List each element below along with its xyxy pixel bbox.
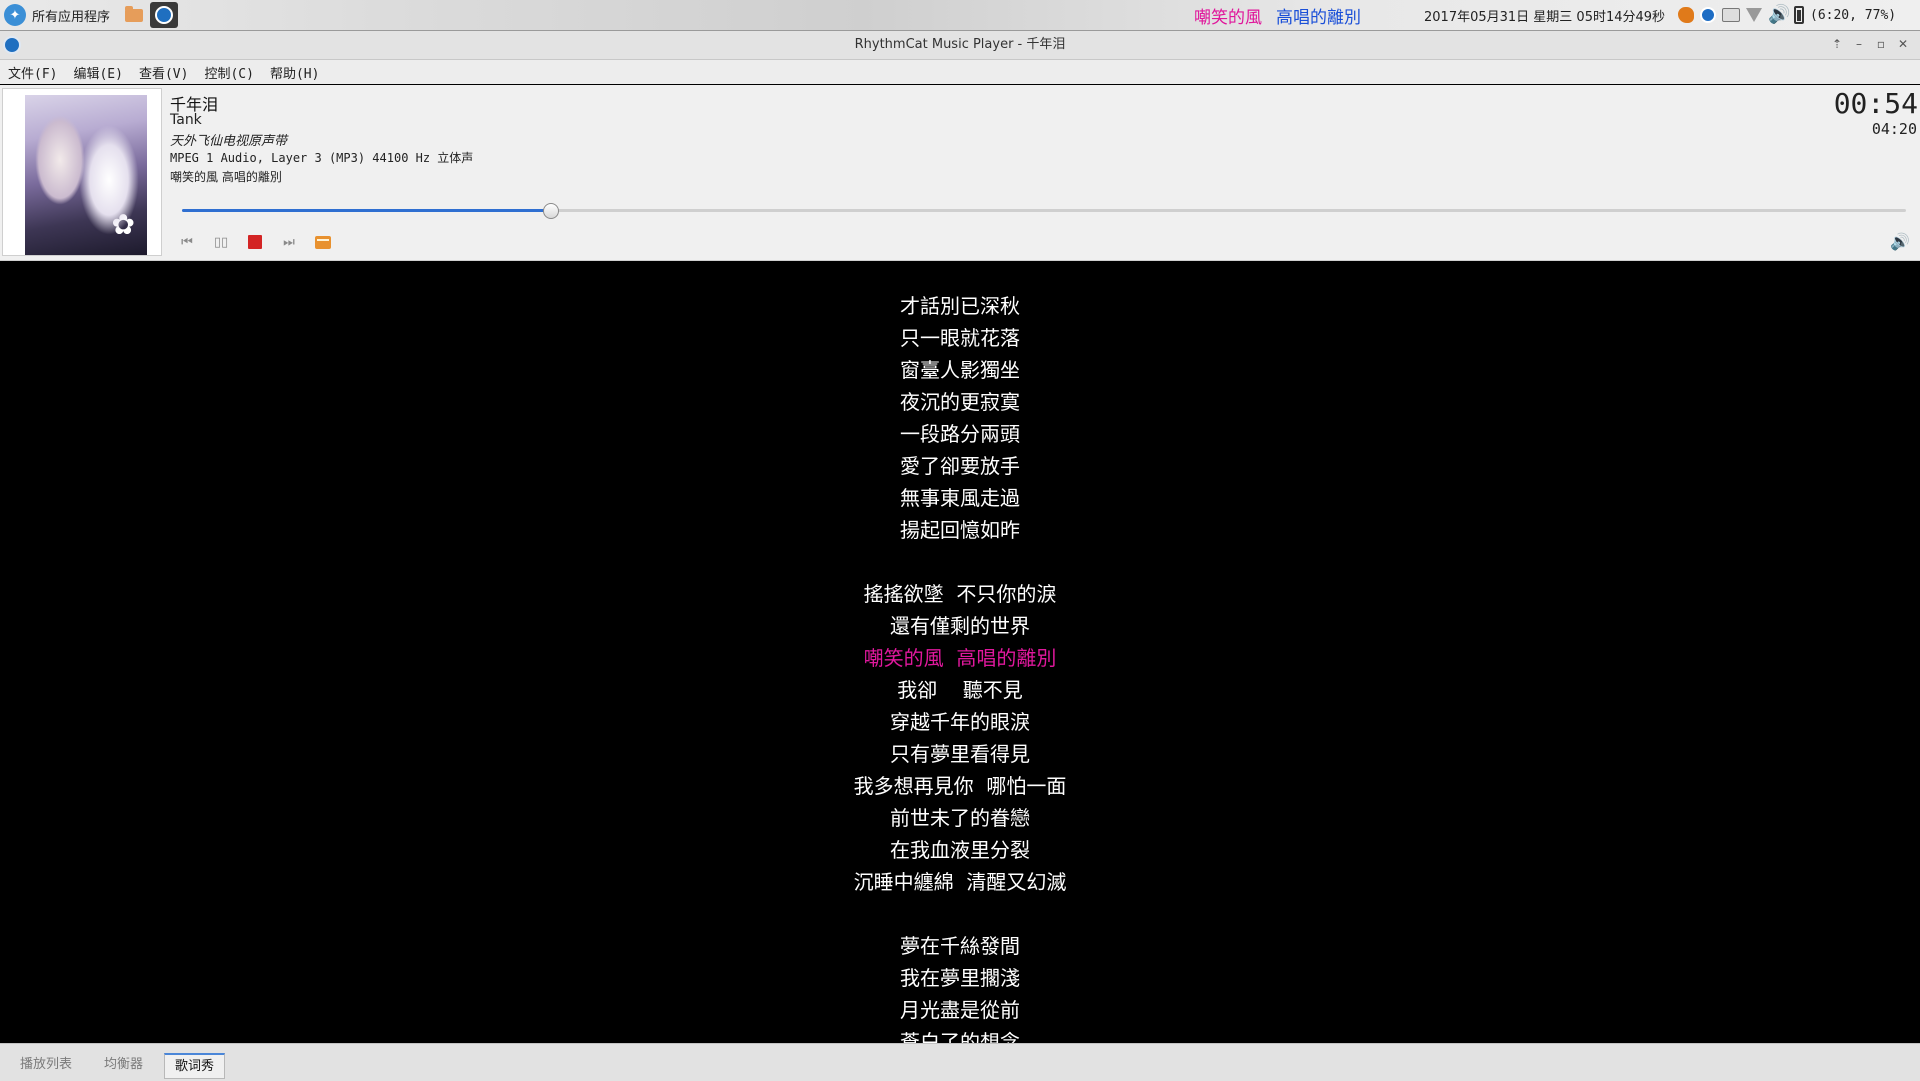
minimize-button[interactable]: – [1848, 35, 1870, 53]
rhythmcat-tray-icon[interactable] [1700, 7, 1716, 23]
rhythmcat-icon [155, 6, 173, 24]
playback-controls: ⏮ ▯▯ ⏭ [176, 231, 334, 253]
track-format: MPEG 1 Audio, Layer 3 (MP3) 44100 Hz 立体声 [170, 151, 474, 165]
album-cover: ✿ [2, 88, 162, 256]
window-controls: ⇡ – ▫ ✕ [1826, 35, 1914, 53]
desktop-lyric-unsung: 高唱的離別 [1276, 7, 1361, 28]
file-manager-launcher[interactable] [125, 0, 143, 30]
seek-fill [182, 209, 551, 212]
system-taskbar: ✦ 所有应用程序 嘲笑的風 高唱的離別 2017年05月31日 星期三 05时1… [0, 0, 1920, 31]
menu-view[interactable]: 查看(V) [131, 63, 196, 82]
lyric-lines: 才話別已深秋 只一眼就花落 窗臺人影獨坐 夜沉的更寂寞 一段路分兩頭 愛了卻要放手 無事東風… [0, 290, 1920, 1043]
seek-handle[interactable] [542, 203, 559, 219]
lyric-line: 在我血液里分裂 [890, 838, 1030, 862]
menu-help[interactable]: 帮助(H) [262, 63, 327, 82]
lyric-line: 蒼白了的想念 [900, 1030, 1020, 1043]
maximize-button[interactable]: ▫ [1870, 35, 1892, 53]
keyboard-icon[interactable] [1722, 8, 1740, 22]
lyric-line: 還有僅剩的世界 [890, 614, 1030, 638]
track-album: 天外飞仙电视原声带 [170, 134, 288, 149]
lyric-line: 前世未了的眷戀 [890, 806, 1030, 830]
menu-bar: 文件(F) 编辑(E) 查看(V) 控制(C) 帮助(H) [0, 60, 1920, 84]
lyric-line: 揚起回憶如昨 [900, 518, 1020, 542]
close-button[interactable]: ✕ [1892, 35, 1914, 53]
lyric-line: 月光盡是從前 [900, 998, 1020, 1022]
seek-bar[interactable] [182, 203, 1906, 219]
lyric-line-current: 嘲笑的風 高唱的離別 [863, 646, 1057, 670]
battery-status: (6:20, 77%) [1810, 7, 1897, 23]
lyric-line: 我卻 聽不見 [897, 678, 1023, 702]
menu-edit[interactable]: 编辑(E) [65, 63, 130, 82]
window-titlebar[interactable]: RhythmCat Music Player - 千年泪 ⇡ – ▫ ✕ [0, 31, 1920, 60]
pause-button[interactable]: ▯▯ [210, 231, 232, 253]
system-tray: 🔊 (6:20, 77%) [1678, 0, 1896, 30]
lyric-line: 我多想再見你 哪怕一面 [853, 774, 1067, 798]
volume-icon[interactable]: 🔊 [1768, 6, 1790, 24]
desktop-lyric-sung: 嘲笑的風 [1194, 7, 1262, 28]
total-time: 04:20 [1871, 120, 1917, 138]
open-folder-icon [315, 235, 331, 249]
lyric-line [0, 546, 1920, 578]
lyric-line: 搖搖欲墜 不只你的淚 [863, 582, 1057, 606]
cover-art-decoration: ✿ [111, 208, 135, 241]
player-panel: ✿ 千年泪 Tank 天外飞仙电视原声带 MPEG 1 Audio, Layer… [0, 85, 1920, 261]
stop-icon [248, 235, 262, 249]
lyric-line: 夢在千絲發間 [900, 934, 1020, 958]
lyric-line: 一段路分兩頭 [900, 422, 1020, 446]
lyric-line: 夜沉的更寂寞 [900, 390, 1020, 414]
lyric-line: 無事東風走過 [900, 486, 1020, 510]
shade-button[interactable]: ⇡ [1826, 35, 1848, 53]
menu-file[interactable]: 文件(F) [0, 63, 65, 82]
previous-button[interactable]: ⏮ [176, 231, 198, 253]
lyric-line: 只有夢里看得見 [890, 742, 1030, 766]
view-tabs: 播放列表 均衡器 歌词秀 [0, 1043, 1920, 1081]
elapsed-time: 00:54 [1833, 87, 1918, 120]
track-artist: Tank [170, 112, 202, 128]
lyric-line: 沉睡中纏綿 清醒又幻滅 [853, 870, 1067, 894]
tray-app-icon[interactable] [1678, 7, 1694, 23]
volume-button[interactable]: 🔊 [1890, 232, 1910, 251]
lyric-line: 我在夢里擱淺 [900, 966, 1020, 990]
lyric-line: 只一眼就花落 [900, 326, 1020, 350]
battery-icon[interactable] [1794, 6, 1804, 24]
app-launcher-icon: ✦ [4, 4, 26, 26]
stop-button[interactable] [244, 231, 266, 253]
folder-icon [125, 5, 143, 22]
tab-lyric-show[interactable]: 歌词秀 [164, 1053, 226, 1079]
clock[interactable]: 2017年05月31日 星期三 05时14分49秒 [1424, 0, 1665, 30]
menu-control[interactable]: 控制(C) [196, 63, 261, 82]
tab-equalizer[interactable]: 均衡器 [94, 1053, 153, 1079]
lyrics-view[interactable]: 才話別已深秋 只一眼就花落 窗臺人影獨坐 夜沉的更寂寞 一段路分兩頭 愛了卻要放手 無事東風… [0, 261, 1920, 1043]
lyric-line: 愛了卻要放手 [900, 454, 1020, 478]
next-button[interactable]: ⏭ [278, 231, 300, 253]
taskbar-rhythmcat-button[interactable] [150, 2, 178, 28]
lyric-line [0, 898, 1920, 930]
album-cover-image: ✿ [25, 95, 147, 255]
lyric-line: 才話別已深秋 [900, 294, 1020, 318]
track-current-lyric: 嘲笑的風 高唱的離別 [170, 170, 282, 184]
wifi-icon[interactable] [1746, 8, 1762, 22]
start-menu-label: 所有应用程序 [32, 9, 111, 25]
window-title: RhythmCat Music Player - 千年泪 [854, 37, 1066, 52]
open-file-button[interactable] [312, 231, 334, 253]
tab-playlist[interactable]: 播放列表 [10, 1053, 82, 1079]
desktop-lyric: 嘲笑的風 高唱的離別 [1194, 0, 1361, 30]
lyric-line: 穿越千年的眼淚 [890, 710, 1030, 734]
lyric-line: 窗臺人影獨坐 [900, 358, 1020, 382]
start-menu-button[interactable]: ✦ 所有应用程序 [4, 0, 110, 30]
